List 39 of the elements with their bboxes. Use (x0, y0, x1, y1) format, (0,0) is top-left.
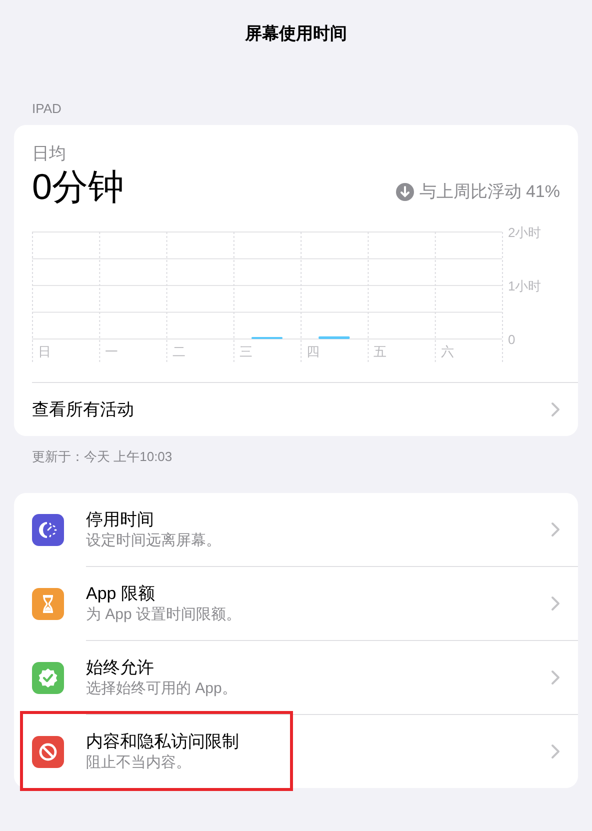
axis-label: 四 (306, 344, 320, 359)
daily-average: 0分钟 (32, 164, 124, 209)
row-title: 停用时间 (86, 508, 155, 531)
axis-label: 二 (172, 344, 186, 359)
usage-bar (251, 336, 283, 339)
chevron-icon (551, 522, 560, 538)
prohibited-icon (38, 742, 58, 762)
chevron-icon (551, 744, 560, 760)
chevron-icon (551, 670, 560, 686)
section-header: IPAD (32, 102, 62, 114)
row-subtitle: 阻止不当内容。 (86, 753, 192, 774)
chevron-icon (551, 402, 560, 417)
axis-label: 三 (239, 344, 252, 359)
axis-label: 2小时 (508, 224, 542, 240)
axis-label: 六 (440, 344, 454, 359)
settings-row[interactable]: 始终允许 选择始终可用的 App。 (14, 641, 578, 714)
axis-label: 0 (508, 332, 516, 347)
moon-clock-icon (38, 520, 58, 540)
axis-label: 日 (38, 344, 51, 359)
settings-row[interactable]: 停用时间 设定时间远离屏幕。 (14, 493, 578, 566)
row-title: App 限额 (86, 582, 156, 605)
settings-row[interactable]: 内容和隐私访问限制 阻止不当内容。 (14, 715, 578, 788)
row-subtitle: 选择始终可用的 App。 (86, 679, 238, 700)
row-title: 内容和隐私访问限制 (86, 730, 240, 753)
chevron-icon (551, 596, 560, 612)
row-subtitle: 为 App 设置时间限额。 (86, 605, 242, 626)
axis-label: 五 (374, 344, 387, 359)
updated-time: 更新于：今天 上午10:03 (32, 448, 174, 466)
check-badge-icon (37, 666, 59, 689)
axis-label: 一 (105, 344, 118, 359)
settings-row[interactable]: App 限额 为 App 设置时间限额。 (14, 567, 578, 640)
trend-text: 与上周比浮动 41% (419, 181, 560, 204)
all-activity-link[interactable]: 查看所有活动 (14, 382, 578, 436)
row-title: 始终允许 (86, 656, 155, 679)
summary-label: 日均 (32, 142, 67, 164)
usage-bar (318, 336, 350, 339)
row-subtitle: 设定时间远离屏幕。 (86, 531, 222, 552)
page-title: 屏幕使用时间 (245, 23, 347, 45)
axis-label: 1小时 (508, 278, 542, 294)
